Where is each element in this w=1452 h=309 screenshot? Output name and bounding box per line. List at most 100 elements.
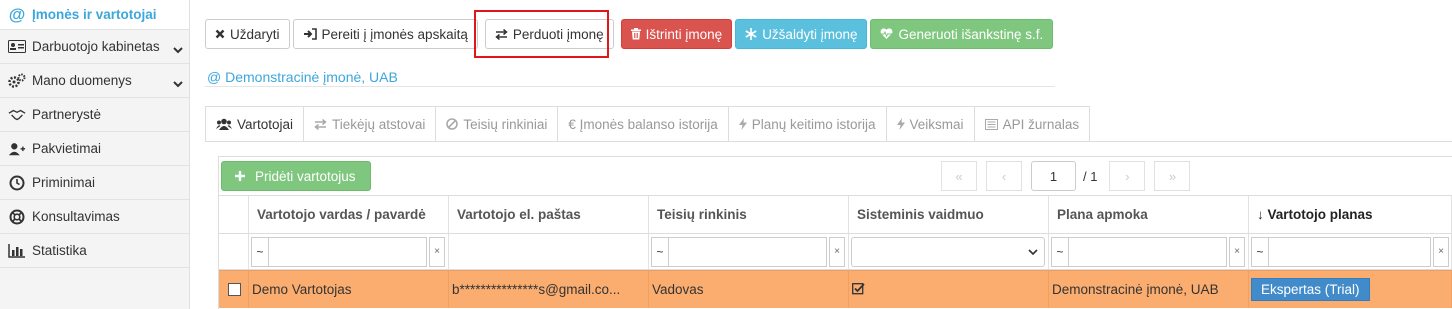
delete-company-button[interactable]: Ištrinti įmonę [620, 19, 733, 49]
page-total: / 1 [1083, 168, 1098, 184]
tab-rights-sets[interactable]: Teisių rinkiniai [435, 106, 559, 142]
heartbeat-icon [880, 28, 893, 40]
user-plus-icon [8, 141, 26, 157]
handshake-icon [8, 107, 26, 123]
sidebar: @ Įmonės ir vartotojai Darbuotojo kabine… [0, 0, 190, 309]
header-name[interactable]: Vartotojo vardas / pavardė [249, 196, 449, 233]
filter-operator[interactable]: ~ [1051, 236, 1069, 267]
company-name-link[interactable]: @ Demonstracinė įmonė, UAB [207, 69, 398, 85]
header-select [219, 196, 249, 233]
sidebar-item-companies-users[interactable]: @ Įmonės ir vartotojai [0, 0, 189, 30]
filter-system-role-cell [849, 234, 1049, 269]
chevron-down-icon[interactable] [173, 42, 183, 57]
filter-clear-icon[interactable]: × [1229, 236, 1245, 267]
sidebar-item-partnership[interactable]: Partnerystė [0, 98, 189, 132]
snowflake-icon [745, 28, 757, 40]
id-card-icon [8, 39, 26, 55]
generate-invoice-button[interactable]: Generuoti išankstinę s.f. [870, 19, 1054, 49]
sidebar-item-label: Įmonės ir vartotojai [32, 7, 157, 22]
filter-plan-input[interactable] [1269, 236, 1431, 267]
filter-rights-cell: ~ × [649, 234, 849, 269]
filter-system-role-select[interactable] [851, 236, 1045, 267]
tab-api-log[interactable]: API žurnalas [973, 106, 1091, 142]
tab-actions[interactable]: Veiksmai [885, 106, 975, 142]
cell-email: b***************s@gmail.co... [449, 271, 649, 308]
cell-plan: Ekspertas (Trial) [1249, 271, 1452, 308]
sidebar-item-consulting[interactable]: Konsultavimas [0, 200, 189, 234]
page-number-input[interactable]: 1 [1031, 161, 1076, 191]
sidebar-item-invitations[interactable]: Pakvietimai [0, 132, 189, 166]
plus-icon [235, 171, 245, 181]
users-icon [216, 118, 232, 130]
sidebar-item-label: Partnerystė [32, 107, 102, 122]
sidebar-item-label: Mano duomenys [32, 73, 132, 88]
chevron-down-icon[interactable] [173, 76, 183, 91]
pagination: « ‹ 1 / 1 › » [941, 161, 1199, 191]
sidebar-item-employee-cabinet[interactable]: Darbuotojo kabinetas [0, 30, 189, 64]
tab-users[interactable]: Vartotojai [205, 106, 305, 142]
next-page-button[interactable]: › [1109, 161, 1146, 191]
sign-in-icon [303, 28, 317, 40]
add-users-button[interactable]: Pridėti vartotojus [221, 161, 371, 191]
plan-badge[interactable]: Ekspertas (Trial) [1251, 278, 1370, 301]
cell-name: Demo Vartotojas [249, 271, 449, 308]
filter-operator[interactable]: ~ [1251, 236, 1269, 267]
bolt-icon [896, 118, 905, 130]
header-payer[interactable]: Plana apmoka [1049, 196, 1249, 233]
tab-supplier-reps[interactable]: Tiekėjų atstovai [303, 106, 437, 142]
close-icon [215, 29, 225, 39]
header-rights[interactable]: Teisių rinkinis [649, 196, 849, 233]
first-page-button[interactable]: « [941, 161, 977, 191]
filter-payer-input[interactable] [1069, 236, 1227, 267]
filter-email-cell [449, 234, 649, 269]
goto-accounting-button[interactable]: Pereiti į įmonės apskaitą [292, 19, 478, 49]
list-icon [984, 118, 998, 130]
header-plan[interactable]: ↓ Vartotojo planas [1249, 196, 1452, 233]
cell-payer: Demonstracinė įmonė, UAB [1049, 271, 1249, 308]
exchange-icon [314, 118, 327, 130]
table-row[interactable]: Demo Vartotojas b***************s@gmail.… [219, 270, 1452, 308]
divider [205, 86, 1055, 87]
tab-plan-history[interactable]: Planų keitimo istorija [727, 106, 887, 142]
close-button[interactable]: Uždaryti [205, 19, 290, 49]
bolt-icon [738, 118, 747, 130]
cell-rights: Vadovas [649, 271, 849, 308]
last-page-button[interactable]: » [1154, 161, 1191, 191]
filter-rights-input[interactable] [669, 236, 827, 267]
sidebar-item-label: Pakvietimai [32, 141, 102, 156]
trash-icon [630, 28, 641, 40]
prev-page-button[interactable]: ‹ [986, 161, 1022, 191]
at-icon: @ [8, 4, 26, 24]
filter-name-cell: ~ × [249, 234, 449, 269]
filter-operator[interactable]: ~ [251, 236, 269, 267]
tab-balance-history[interactable]: € Įmonės balanso istorija [557, 106, 729, 142]
tab-bar: Vartotojai Tiekėjų atstovai Teisių rinki… [205, 106, 1091, 142]
ban-icon [446, 118, 459, 130]
filter-clear-icon[interactable]: × [1433, 236, 1449, 267]
lifebuoy-icon [8, 209, 26, 225]
filter-name-input[interactable] [269, 236, 427, 267]
filter-plan-cell: ~ × [1249, 234, 1452, 269]
cell-system-role [849, 271, 1049, 308]
sidebar-item-label: Konsultavimas [32, 209, 120, 224]
tab-divider [205, 141, 1452, 142]
sidebar-item-reminders[interactable]: Priminimai [0, 166, 189, 200]
highlight-box [474, 10, 609, 58]
sidebar-item-statistics[interactable]: Statistika [0, 234, 189, 268]
filter-clear-icon[interactable]: × [829, 236, 845, 267]
sidebar-item-label: Darbuotojo kabinetas [32, 39, 160, 54]
filter-clear-icon[interactable]: × [429, 236, 445, 267]
chevron-down-icon [1028, 244, 1038, 259]
freeze-company-button[interactable]: Užšaldyti įmonę [735, 19, 868, 49]
users-table: Vartotojo vardas / pavardė Vartotojo el.… [219, 195, 1452, 308]
bar-chart-icon [8, 243, 26, 259]
filter-payer-cell: ~ × [1049, 234, 1249, 269]
row-checkbox[interactable] [228, 283, 241, 296]
header-system-role[interactable]: Sisteminis vaidmuo [849, 196, 1049, 233]
table-filter-row: ~ × ~ × ~ × ~ × [219, 234, 1452, 270]
sidebar-item-my-data[interactable]: Mano duomenys [0, 64, 189, 98]
header-email[interactable]: Vartotojo el. paštas [449, 196, 649, 233]
filter-operator[interactable]: ~ [651, 236, 669, 267]
row-select-cell [219, 271, 249, 308]
gears-icon [8, 73, 26, 89]
